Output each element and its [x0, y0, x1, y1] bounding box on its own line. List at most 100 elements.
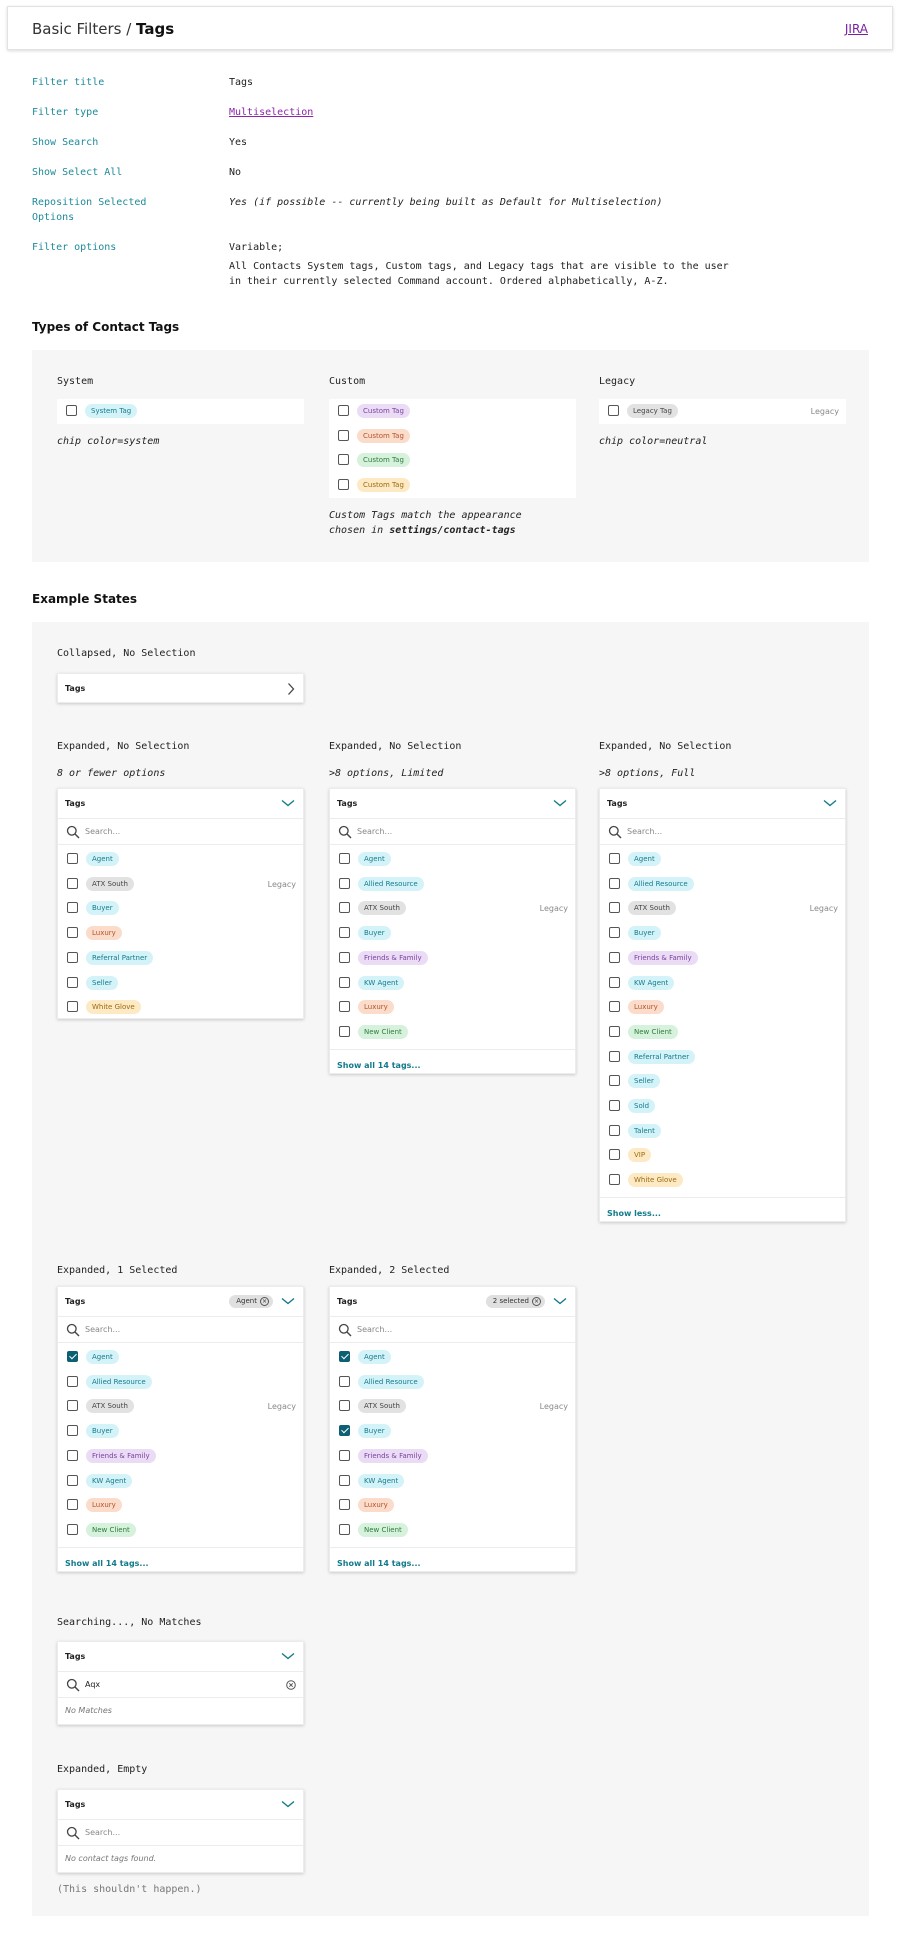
- show-all-tags-link[interactable]: Show all 14 tags...: [58, 1546, 303, 1577]
- tag-option-row[interactable]: Allied Resource: [600, 872, 845, 896]
- tag-option-row[interactable]: Agent: [330, 1345, 575, 1369]
- chevron-up-icon[interactable]: [823, 799, 837, 807]
- tag-option-row[interactable]: ATX South Legacy: [58, 872, 303, 896]
- checkbox[interactable]: [339, 976, 350, 988]
- tag-option-row[interactable]: Agent: [58, 847, 303, 871]
- show-all-tags-link[interactable]: Show all 14 tags...: [330, 1048, 575, 1079]
- checkbox[interactable]: [67, 1449, 78, 1461]
- search-field[interactable]: Search...: [58, 819, 303, 845]
- checkbox[interactable]: [609, 1124, 620, 1136]
- tag-option-row[interactable]: Allied Resource: [330, 872, 575, 896]
- tag-option-row[interactable]: Buyer: [58, 896, 303, 920]
- tag-option-row[interactable]: ATX South Legacy: [330, 1394, 575, 1418]
- tag-option-row[interactable]: KW Agent: [330, 1469, 575, 1493]
- checkbox[interactable]: [609, 853, 620, 864]
- show-all-label[interactable]: Show less...: [607, 1209, 661, 1218]
- checkbox[interactable]: [339, 1351, 350, 1362]
- tag-option-row[interactable]: Talent: [600, 1119, 845, 1143]
- selected-count-chip[interactable]: Agent ×: [229, 1295, 273, 1308]
- checkbox[interactable]: [67, 976, 78, 988]
- search-field[interactable]: Search...: [330, 1317, 575, 1343]
- tag-option-row[interactable]: Agent: [330, 847, 575, 871]
- show-all-label[interactable]: Show all 14 tags...: [337, 1061, 421, 1070]
- tag-option-row[interactable]: New Client: [330, 1020, 575, 1044]
- checkbox[interactable]: [67, 927, 78, 939]
- tag-option-row[interactable]: Friends & Family: [330, 1444, 575, 1468]
- tag-option-row[interactable]: White Glove: [600, 1168, 845, 1192]
- clear-selection-icon[interactable]: ×: [260, 1297, 269, 1306]
- checkbox[interactable]: [67, 1425, 78, 1437]
- checkbox[interactable]: [67, 1001, 78, 1013]
- checkbox[interactable]: [339, 1375, 350, 1387]
- checkbox[interactable]: [339, 927, 350, 939]
- dropdown-header[interactable]: Tags Agent ×: [58, 1287, 303, 1317]
- jira-link[interactable]: JIRA: [845, 22, 868, 36]
- checkbox[interactable]: [338, 405, 349, 416]
- chevron-up-icon[interactable]: [281, 799, 295, 807]
- checkbox[interactable]: [66, 405, 77, 416]
- dropdown-header[interactable]: Tags 2 selected ×: [330, 1287, 575, 1317]
- checkbox[interactable]: [339, 1449, 350, 1461]
- tag-option-row[interactable]: Allied Resource: [330, 1370, 575, 1394]
- tag-option-row[interactable]: Buyer: [58, 1419, 303, 1443]
- checkbox[interactable]: [67, 853, 78, 864]
- tag-option-row[interactable]: Luxury: [600, 995, 845, 1019]
- tag-option-row[interactable]: Friends & Family: [600, 946, 845, 970]
- dropdown-header[interactable]: Tags: [330, 789, 575, 819]
- checkbox[interactable]: [339, 1025, 350, 1037]
- tag-option-row[interactable]: Sold: [600, 1094, 845, 1118]
- tag-option-row[interactable]: Seller: [58, 971, 303, 995]
- checkbox[interactable]: [67, 951, 78, 963]
- tag-option-row[interactable]: Referral Partner: [600, 1045, 845, 1069]
- checkbox[interactable]: [67, 1375, 78, 1387]
- checkbox[interactable]: [609, 1025, 620, 1037]
- chevron-up-icon[interactable]: [553, 1297, 567, 1305]
- tag-option-row[interactable]: Buyer: [330, 921, 575, 945]
- checkbox[interactable]: [67, 1474, 78, 1486]
- checkbox[interactable]: [338, 479, 349, 490]
- chevron-down-icon[interactable]: [281, 1652, 295, 1660]
- checkbox[interactable]: [609, 1075, 620, 1087]
- checkbox[interactable]: [609, 1100, 620, 1111]
- search-field[interactable]: Search...: [600, 819, 845, 845]
- tag-option-row[interactable]: Referral Partner: [58, 946, 303, 970]
- checkbox[interactable]: [609, 1001, 620, 1013]
- tag-option-row[interactable]: Buyer: [330, 1419, 575, 1443]
- show-all-label[interactable]: Show all 14 tags...: [65, 1559, 149, 1568]
- dropdown-header[interactable]: Tags: [58, 789, 303, 819]
- clear-search-icon[interactable]: [286, 1680, 296, 1690]
- checkbox[interactable]: [609, 951, 620, 963]
- search-field[interactable]: Aqx: [58, 1672, 303, 1698]
- checkbox[interactable]: [609, 877, 620, 889]
- chevron-up-icon[interactable]: [281, 1297, 295, 1305]
- checkbox[interactable]: [609, 927, 620, 939]
- breadcrumb-parent[interactable]: Basic Filters /: [32, 20, 131, 38]
- tag-option-row[interactable]: Allied Resource: [58, 1370, 303, 1394]
- show-all-tags-link[interactable]: Show all 14 tags...: [330, 1546, 575, 1577]
- dropdown-header[interactable]: Tags: [600, 789, 845, 819]
- tag-option-row[interactable]: New Client: [58, 1518, 303, 1542]
- checkbox[interactable]: [339, 951, 350, 963]
- tag-option-row[interactable]: KW Agent: [330, 971, 575, 995]
- checkbox[interactable]: [609, 1050, 620, 1062]
- tag-option-row[interactable]: New Client: [330, 1518, 575, 1542]
- tag-option-row[interactable]: Buyer: [600, 921, 845, 945]
- checkbox[interactable]: [609, 976, 620, 988]
- checkbox[interactable]: [339, 1001, 350, 1013]
- tag-option-row[interactable]: ATX South Legacy: [330, 896, 575, 920]
- show-all-tags-link[interactable]: Show less...: [600, 1196, 845, 1227]
- checkbox[interactable]: [609, 1149, 620, 1161]
- checkbox[interactable]: [67, 877, 78, 889]
- chevron-up-icon[interactable]: [553, 799, 567, 807]
- checkbox[interactable]: [339, 1523, 350, 1535]
- clear-selection-icon[interactable]: ×: [532, 1297, 541, 1306]
- checkbox[interactable]: [338, 430, 349, 441]
- checkbox[interactable]: [67, 1351, 78, 1362]
- checkbox[interactable]: [339, 1474, 350, 1486]
- tags-filter-collapsed[interactable]: Tags: [57, 673, 304, 703]
- search-input[interactable]: Aqx: [85, 1680, 100, 1689]
- checkbox[interactable]: [67, 1400, 78, 1412]
- tag-option-row[interactable]: New Client: [600, 1020, 845, 1044]
- checkbox[interactable]: [609, 1174, 620, 1186]
- search-field[interactable]: Search...: [330, 819, 575, 845]
